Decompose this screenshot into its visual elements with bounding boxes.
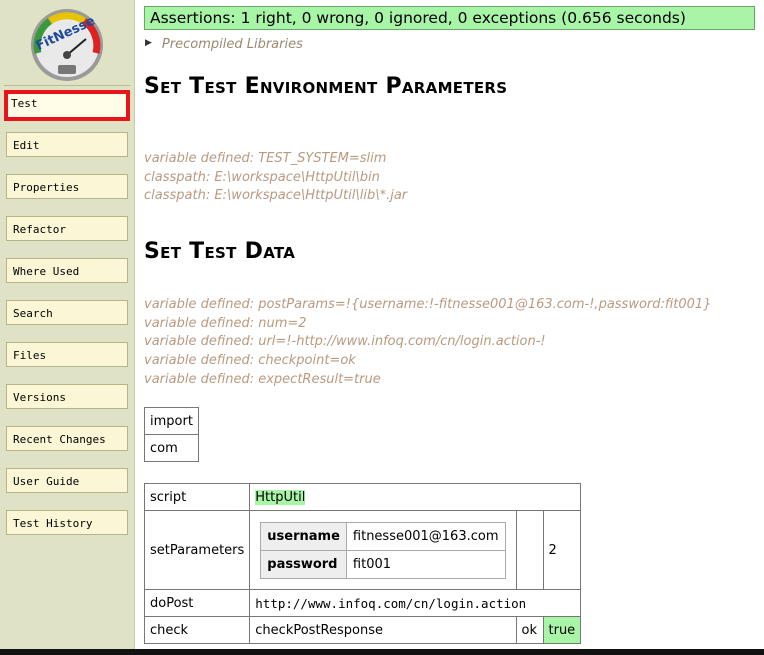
properties-button[interactable]: Properties — [6, 174, 128, 199]
refactor-button[interactable]: Refactor — [6, 216, 128, 241]
script-class-cell: HttpUtil — [249, 483, 582, 511]
import-package-cell: com — [144, 434, 199, 462]
window-bottom-edge — [0, 649, 764, 655]
import-table: import com — [144, 407, 199, 462]
where-used-button[interactable]: Where Used — [6, 258, 128, 283]
sidebar: FitNesse Test Edit Properties Refactor W… — [0, 0, 135, 649]
param-key-cell: username — [260, 521, 347, 551]
test-history-button[interactable]: Test History — [6, 510, 128, 535]
edit-button[interactable]: Edit — [6, 132, 128, 157]
params-hash-table: username fitnesse001@163.com password fi… — [260, 521, 506, 579]
data-variable-line: variable defined: url=!-http://www.infoq… — [144, 334, 546, 350]
test-button[interactable]: Test — [4, 90, 130, 121]
env-variables: variable defined: TEST_SYSTEM=slim class… — [144, 150, 407, 206]
fitnesse-logo[interactable]: FitNesse — [24, 7, 110, 83]
versions-button[interactable]: Versions — [6, 384, 128, 409]
precompiled-libraries-label: Precompiled Libraries — [161, 37, 303, 52]
empty-cell — [515, 510, 544, 590]
num-value-cell: 2 — [542, 510, 582, 590]
check-method-cell: checkPostResponse — [249, 616, 517, 644]
env-section-title: Set Test Environment Parameters — [144, 74, 508, 99]
user-guide-button[interactable]: User Guide — [6, 468, 128, 493]
env-variable-line: classpath: E:\workspace\HttpUtil\bin — [144, 169, 380, 185]
sidebar-divider — [4, 85, 130, 86]
data-variable-line: variable defined: checkpoint=ok — [144, 353, 356, 369]
env-variable-line: variable defined: TEST_SYSTEM=slim — [144, 151, 387, 166]
expand-triangle-icon[interactable]: ▶ — [145, 38, 152, 48]
dopost-url-cell: http://www.infoq.com/cn/login.action — [249, 589, 582, 617]
precompiled-libraries-toggle[interactable]: ▶ Precompiled Libraries — [145, 37, 303, 55]
data-variables: variable defined: postParams=!{username:… — [144, 296, 711, 390]
data-variable-line: variable defined: expectResult=true — [144, 371, 381, 387]
data-section-title: Set Test Data — [144, 239, 296, 264]
set-parameters-label-cell: setParameters — [143, 510, 251, 590]
check-result-cell: true — [542, 616, 582, 644]
recent-changes-button[interactable]: Recent Changes — [6, 426, 128, 451]
import-cell: import — [144, 407, 199, 435]
files-button[interactable]: Files — [6, 342, 128, 367]
script-label-cell: script — [143, 483, 251, 511]
search-button[interactable]: Search — [6, 300, 128, 325]
data-variable-line: variable defined: num=2 — [144, 315, 307, 331]
dopost-label-cell: doPost — [143, 589, 251, 617]
script-class-pass: HttpUtil — [255, 489, 306, 505]
check-value-cell: ok — [515, 616, 544, 644]
param-key-cell: password — [260, 549, 347, 579]
param-value-cell: fitnesse001@163.com — [345, 521, 506, 551]
param-value-cell: fit001 — [345, 549, 506, 579]
assertions-summary: Assertions: 1 right, 0 wrong, 0 ignored,… — [144, 6, 755, 30]
check-label-cell: check — [143, 616, 251, 644]
params-hash-cell: username fitnesse001@163.com password fi… — [249, 510, 517, 590]
data-variable-line: variable defined: postParams=!{username:… — [144, 297, 712, 312]
env-variable-line: classpath: E:\workspace\HttpUtil\lib\*.j… — [144, 188, 408, 204]
script-table: script HttpUtil setParameters username f… — [143, 483, 582, 644]
main-content: Assertions: 1 right, 0 wrong, 0 ignored,… — [137, 0, 762, 649]
